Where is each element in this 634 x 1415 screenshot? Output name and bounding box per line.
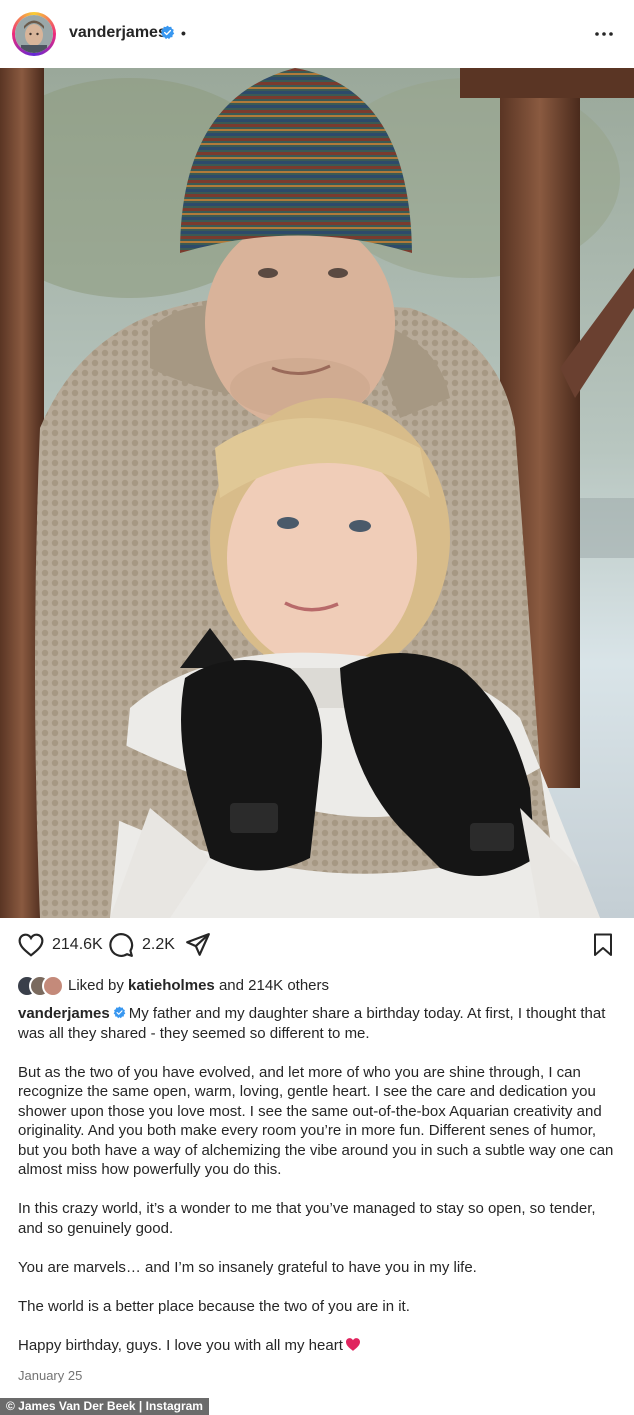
liked-by-text: Liked by katieholmes and 214K others	[68, 977, 329, 994]
liker-avatar	[42, 975, 64, 997]
caption-paragraph: But as the two of you have evolved, and …	[18, 1063, 614, 1179]
paper-plane-icon[interactable]	[185, 932, 211, 958]
post-date: January 25	[18, 1368, 83, 1383]
comment-action[interactable]: 2.2K	[108, 932, 175, 958]
caption-username-link[interactable]: vanderjames	[18, 1005, 110, 1022]
post-caption: vanderjames My father and my daughter sha…	[18, 1004, 618, 1375]
caption-paragraph: Happy birthday, guys. I love you with al…	[18, 1336, 618, 1356]
share-action[interactable]	[185, 932, 211, 958]
bookmark-icon[interactable]	[592, 933, 614, 957]
post-header: vanderjames •	[0, 0, 634, 68]
more-horizontal-icon[interactable]	[592, 22, 616, 46]
comment-bubble-icon[interactable]	[108, 932, 134, 958]
liked-by-suffix: and 214K others	[218, 976, 330, 994]
avatar[interactable]	[12, 12, 56, 56]
red-heart-emoji-icon	[345, 1337, 360, 1351]
liker-avatars	[16, 974, 66, 997]
caption-paragraph: vanderjames My father and my daughter sha…	[18, 1004, 618, 1043]
caption-paragraph: You are marvels… and I’m so insanely gra…	[18, 1258, 477, 1276]
caption-paragraph: The world is a better place because the …	[18, 1297, 410, 1315]
liked-by-row[interactable]: Liked by katieholmes and 214K others	[16, 974, 329, 997]
liked-by-user-link[interactable]: katieholmes	[128, 977, 215, 994]
photo-credit: © James Van Der Beek | Instagram	[0, 1398, 209, 1415]
verified-badge-icon	[113, 1006, 126, 1019]
like-count: 214.6K	[52, 936, 103, 953]
username-link[interactable]: vanderjames	[69, 24, 167, 42]
liked-by-prefix: Liked by	[68, 976, 124, 994]
save-action[interactable]	[592, 932, 614, 958]
heart-outline-icon[interactable]	[18, 933, 44, 957]
caption-text: Happy birthday, guys. I love you with al…	[18, 1336, 343, 1354]
header-separator: •	[181, 25, 186, 41]
verified-badge-icon	[160, 25, 175, 40]
instagram-post: vanderjames • 214.6K 2.2K Liked by katie…	[0, 0, 634, 1415]
comment-count: 2.2K	[142, 936, 175, 953]
like-action[interactable]: 214.6K	[18, 932, 103, 958]
post-photo[interactable]	[0, 68, 634, 918]
caption-paragraph: In this crazy world, it’s a wonder to me…	[18, 1200, 596, 1237]
